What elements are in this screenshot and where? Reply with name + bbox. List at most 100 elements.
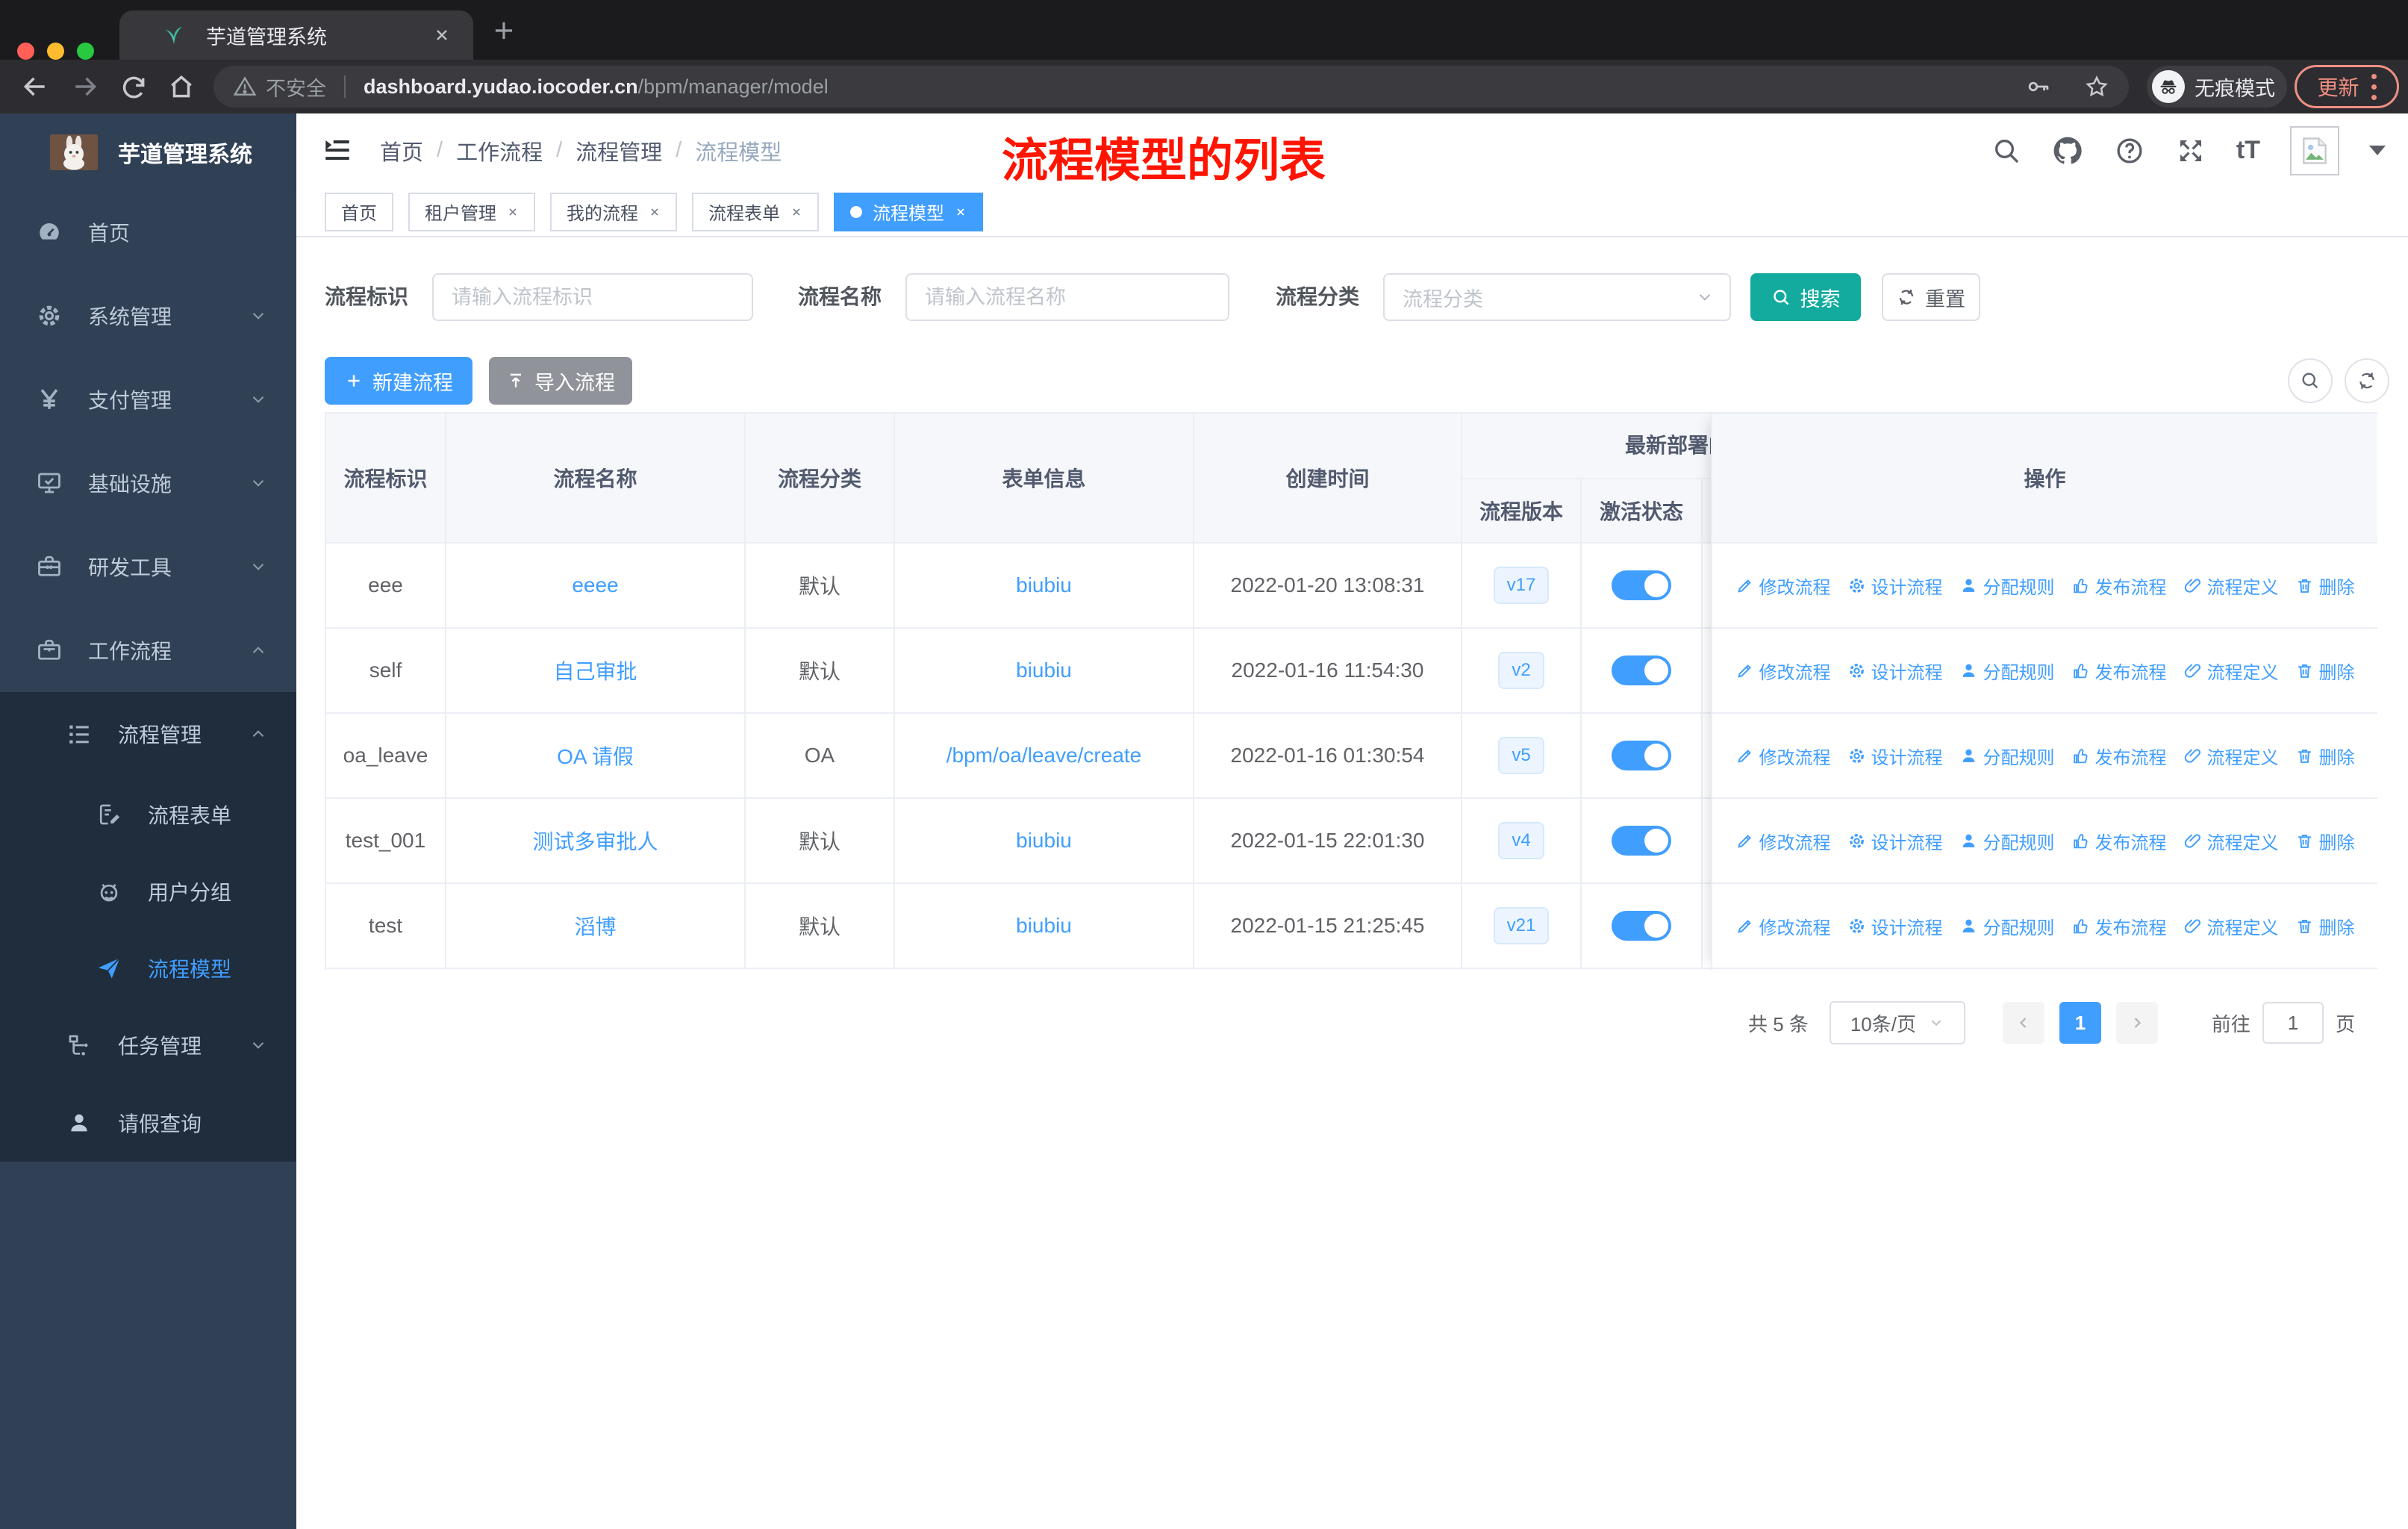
- traffic-close-button[interactable]: [17, 43, 34, 60]
- sidebar-item-system[interactable]: 系统管理: [0, 274, 296, 358]
- tab-close-icon[interactable]: [433, 26, 451, 44]
- import-process-button[interactable]: 导入流程: [489, 357, 632, 405]
- active-toggle[interactable]: [1612, 826, 1671, 856]
- avatar[interactable]: [2290, 125, 2339, 175]
- sidebar-item-devtools[interactable]: 研发工具: [0, 525, 296, 608]
- help-icon[interactable]: [2114, 135, 2145, 166]
- home-icon[interactable]: [167, 72, 196, 101]
- tag-home[interactable]: 首页: [325, 192, 393, 231]
- close-icon[interactable]: [649, 206, 661, 218]
- sidebar-item-leave-query[interactable]: 请假查询: [0, 1084, 296, 1162]
- active-toggle[interactable]: [1612, 570, 1671, 600]
- version-badge[interactable]: v4: [1498, 822, 1544, 859]
- table-search-toggle-button[interactable]: [2288, 358, 2333, 403]
- process-definition-link[interactable]: 流程定义: [2183, 573, 2279, 599]
- sidebar-item-task-manage[interactable]: 任务管理: [0, 1006, 296, 1084]
- forward-icon[interactable]: [71, 72, 99, 101]
- page-size-select[interactable]: 10条/页: [1829, 1001, 1965, 1044]
- delete-link[interactable]: 删除: [2295, 658, 2355, 684]
- breadcrumb-workflow[interactable]: 工作流程: [456, 135, 543, 166]
- form-info-link[interactable]: biubiu: [1016, 658, 1072, 682]
- reset-button[interactable]: 重置: [1882, 273, 1980, 321]
- new-tab-button[interactable]: [490, 16, 518, 45]
- publish-process-link[interactable]: 发布流程: [2071, 913, 2167, 939]
- publish-process-link[interactable]: 发布流程: [2071, 658, 2167, 684]
- sidebar-item-infra[interactable]: 基础设施: [0, 441, 296, 525]
- tag-process-form[interactable]: 流程表单: [692, 192, 819, 231]
- active-toggle[interactable]: [1612, 911, 1671, 941]
- form-info-link[interactable]: biubiu: [1016, 573, 1072, 597]
- search-icon[interactable]: [1991, 136, 2021, 166]
- process-definition-link[interactable]: 流程定义: [2183, 913, 2279, 939]
- form-info-link[interactable]: biubiu: [1016, 829, 1072, 853]
- delete-link[interactable]: 删除: [2295, 913, 2355, 939]
- assign-rule-link[interactable]: 分配规则: [1959, 828, 2055, 854]
- tag-my-process[interactable]: 我的流程: [550, 192, 677, 231]
- password-key-icon[interactable]: [2026, 74, 2051, 99]
- delete-link[interactable]: 删除: [2295, 828, 2355, 854]
- sidebar-logo[interactable]: 芋道管理系统: [0, 113, 296, 190]
- delete-link[interactable]: 删除: [2295, 743, 2355, 769]
- goto-page-input[interactable]: [2262, 1002, 2324, 1044]
- version-badge[interactable]: v21: [1493, 907, 1550, 944]
- sidebar-item-home[interactable]: 首页: [0, 190, 296, 274]
- design-process-link[interactable]: 设计流程: [1847, 658, 1943, 684]
- process-name-input[interactable]: [905, 273, 1229, 321]
- publish-process-link[interactable]: 发布流程: [2071, 573, 2167, 599]
- version-badge[interactable]: v2: [1498, 652, 1544, 689]
- breadcrumb-home[interactable]: 首页: [380, 135, 423, 166]
- browser-menu-icon[interactable]: [2371, 73, 2377, 100]
- browser-tab[interactable]: 芋道管理系统: [119, 10, 473, 60]
- traffic-zoom-button[interactable]: [77, 43, 94, 60]
- design-process-link[interactable]: 设计流程: [1847, 743, 1943, 769]
- process-definition-link[interactable]: 流程定义: [2183, 658, 2279, 684]
- form-info-link[interactable]: /bpm/oa/leave/create: [946, 744, 1142, 767]
- browser-update-button[interactable]: 更新: [2295, 65, 2399, 108]
- version-badge[interactable]: v5: [1498, 737, 1544, 774]
- avatar-caret-icon[interactable]: [2369, 146, 2386, 155]
- process-definition-link[interactable]: 流程定义: [2183, 743, 2279, 769]
- back-icon[interactable]: [21, 72, 49, 101]
- active-toggle[interactable]: [1612, 655, 1671, 685]
- assign-rule-link[interactable]: 分配规则: [1959, 573, 2055, 599]
- delete-link[interactable]: 删除: [2295, 573, 2355, 599]
- process-name-link[interactable]: eeee: [572, 573, 618, 597]
- fullscreen-icon[interactable]: [2175, 135, 2206, 166]
- prev-page-button[interactable]: [2002, 1002, 2044, 1044]
- close-icon[interactable]: [955, 206, 967, 218]
- edit-process-link[interactable]: 修改流程: [1735, 828, 1831, 854]
- design-process-link[interactable]: 设计流程: [1847, 828, 1943, 854]
- tag-tenant[interactable]: 租户管理: [408, 192, 535, 231]
- publish-process-link[interactable]: 发布流程: [2071, 743, 2167, 769]
- active-toggle[interactable]: [1612, 741, 1671, 770]
- process-name-link[interactable]: OA 请假: [557, 741, 634, 770]
- sidebar-item-process-model[interactable]: 流程模型: [0, 929, 296, 1006]
- edit-process-link[interactable]: 修改流程: [1735, 913, 1831, 939]
- sidebar-item-user-group[interactable]: 用户分组: [0, 853, 296, 929]
- url-bar[interactable]: 不安全 dashboard.yudao.iocoder.cn/bpm/manag…: [213, 66, 2129, 108]
- design-process-link[interactable]: 设计流程: [1847, 573, 1943, 599]
- font-size-icon[interactable]: tT: [2236, 136, 2260, 165]
- process-id-input[interactable]: [432, 273, 753, 321]
- sidebar-item-workflow[interactable]: 工作流程: [0, 608, 296, 692]
- table-refresh-button[interactable]: [2345, 358, 2389, 403]
- design-process-link[interactable]: 设计流程: [1847, 913, 1943, 939]
- category-select[interactable]: 流程分类: [1383, 273, 1731, 321]
- process-name-link[interactable]: 测试多审批人: [532, 826, 658, 856]
- form-info-link[interactable]: biubiu: [1016, 914, 1072, 938]
- sidebar-item-payment[interactable]: 支付管理: [0, 358, 296, 441]
- close-icon[interactable]: [507, 206, 519, 218]
- process-name-link[interactable]: 滔博: [574, 911, 616, 941]
- github-icon[interactable]: [2051, 134, 2084, 167]
- assign-rule-link[interactable]: 分配规则: [1959, 913, 2055, 939]
- publish-process-link[interactable]: 发布流程: [2071, 828, 2167, 854]
- next-page-button[interactable]: [2115, 1002, 2158, 1044]
- create-process-button[interactable]: 新建流程: [325, 357, 472, 405]
- bookmark-star-icon[interactable]: [2084, 74, 2109, 99]
- not-secure-warning-icon[interactable]: [233, 75, 257, 99]
- reload-icon[interactable]: [119, 72, 148, 101]
- sidebar-item-process-manage[interactable]: 流程管理: [0, 692, 296, 776]
- assign-rule-link[interactable]: 分配规则: [1959, 743, 2055, 769]
- page-1-button[interactable]: 1: [2059, 1002, 2101, 1044]
- edit-process-link[interactable]: 修改流程: [1735, 658, 1831, 684]
